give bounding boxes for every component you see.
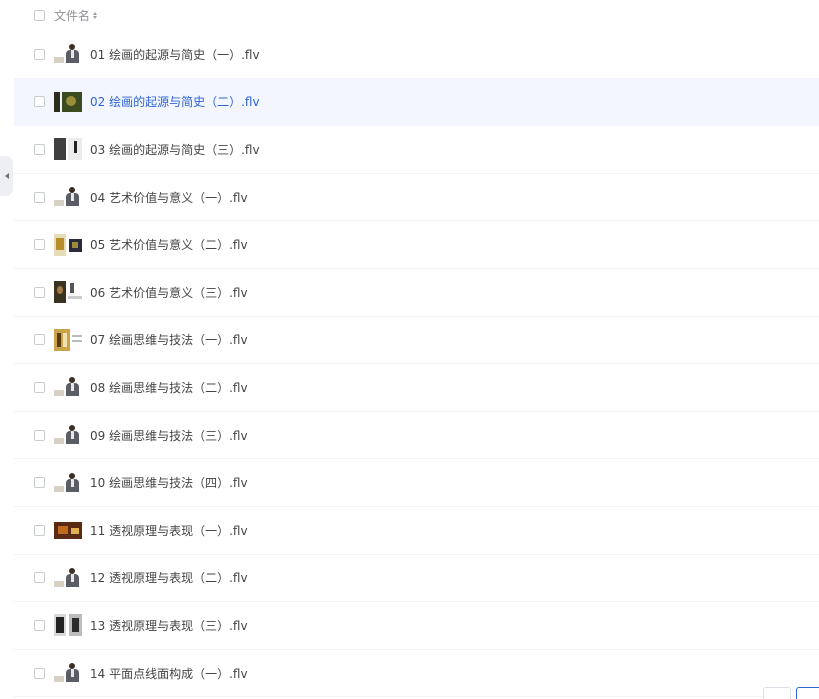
- pagination-page-button[interactable]: [796, 687, 819, 699]
- file-name[interactable]: 02 绘画的起源与简史（二）.flv: [90, 93, 260, 110]
- file-name[interactable]: 09 绘画思维与技法（三）.flv: [90, 427, 248, 444]
- video-thumbnail: [54, 233, 82, 256]
- file-name[interactable]: 08 绘画思维与技法（二）.flv: [90, 379, 248, 396]
- file-name[interactable]: 12 透视原理与表现（二）.flv: [90, 569, 248, 586]
- file-name[interactable]: 10 绘画思维与技法（四）.flv: [90, 474, 248, 491]
- file-list-page: 文件名 01 绘画的起源与简史（一）.flv 02 绘画的起源与简史（二）.flv…: [0, 0, 819, 699]
- file-rows: 01 绘画的起源与简史（一）.flv 02 绘画的起源与简史（二）.flv 03 绘…: [14, 31, 819, 698]
- file-row-checkbox[interactable]: [34, 429, 45, 441]
- file-row[interactable]: 14 平面点线面构成（一）.flv: [14, 650, 819, 698]
- file-name[interactable]: 13 透视原理与表现（三）.flv: [90, 617, 248, 634]
- file-list-header: 文件名: [14, 0, 819, 31]
- pagination-prev-button[interactable]: [763, 687, 791, 699]
- file-name[interactable]: 11 透视原理与表现（一）.flv: [90, 522, 248, 539]
- file-row[interactable]: 04 艺术价值与意义（一）.flv: [14, 174, 819, 222]
- file-name[interactable]: 01 绘画的起源与简史（一）.flv: [90, 46, 260, 63]
- video-thumbnail: [54, 91, 82, 113]
- video-thumbnail: [54, 43, 82, 66]
- file-row-checkbox[interactable]: [34, 48, 45, 60]
- file-row[interactable]: 09 绘画思维与技法（三）.flv: [14, 412, 819, 460]
- video-thumbnail: [54, 281, 82, 304]
- file-row-checkbox[interactable]: [34, 572, 45, 584]
- file-row-checkbox[interactable]: [34, 381, 45, 393]
- file-row-checkbox[interactable]: [34, 524, 45, 536]
- file-row-checkbox[interactable]: [34, 667, 45, 679]
- file-row-checkbox[interactable]: [34, 334, 45, 346]
- file-row[interactable]: 01 绘画的起源与简史（一）.flv: [14, 31, 819, 79]
- file-name[interactable]: 07 绘画思维与技法（一）.flv: [90, 331, 248, 348]
- file-name[interactable]: 06 艺术价值与意义（三）.flv: [90, 284, 248, 301]
- chevron-left-icon: [4, 173, 9, 179]
- video-thumbnail: [54, 471, 82, 494]
- video-thumbnail: [54, 424, 82, 447]
- file-row[interactable]: 10 绘画思维与技法（四）.flv: [14, 459, 819, 507]
- sidebar-collapse-handle[interactable]: [0, 156, 13, 196]
- file-row[interactable]: 08 绘画思维与技法（二）.flv: [14, 364, 819, 412]
- video-thumbnail: [54, 566, 82, 589]
- file-row-checkbox[interactable]: [34, 286, 45, 298]
- file-row[interactable]: 05 艺术价值与意义（二）.flv: [14, 221, 819, 269]
- file-row[interactable]: 13 透视原理与表现（三）.flv: [14, 602, 819, 650]
- sort-icon[interactable]: [93, 12, 98, 19]
- video-thumbnail: [54, 328, 82, 351]
- file-row[interactable]: 02 绘画的起源与简史（二）.flv: [14, 78, 819, 127]
- video-thumbnail: [54, 614, 82, 637]
- video-thumbnail: [54, 662, 82, 685]
- file-row[interactable]: 07 绘画思维与技法（一）.flv: [14, 317, 819, 365]
- file-row-checkbox[interactable]: [34, 96, 45, 108]
- video-thumbnail: [54, 376, 82, 399]
- file-row[interactable]: 06 艺术价值与意义（三）.flv: [14, 269, 819, 317]
- file-name[interactable]: 04 艺术价值与意义（一）.flv: [90, 189, 248, 206]
- select-all-checkbox[interactable]: [34, 10, 45, 21]
- file-row-checkbox[interactable]: [34, 619, 45, 631]
- video-thumbnail: [54, 138, 82, 161]
- file-name[interactable]: 14 平面点线面构成（一）.flv: [90, 665, 248, 682]
- file-row[interactable]: 12 透视原理与表现（二）.flv: [14, 555, 819, 603]
- file-row-checkbox[interactable]: [34, 191, 45, 203]
- file-name[interactable]: 05 艺术价值与意义（二）.flv: [90, 236, 248, 253]
- file-row-checkbox[interactable]: [34, 143, 45, 155]
- file-name[interactable]: 03 绘画的起源与简史（三）.flv: [90, 141, 260, 158]
- video-thumbnail: [54, 186, 82, 209]
- file-row[interactable]: 03 绘画的起源与简史（三）.flv: [14, 126, 819, 174]
- file-row-checkbox[interactable]: [34, 477, 45, 489]
- file-row[interactable]: 11 透视原理与表现（一）.flv: [14, 507, 819, 555]
- file-row-checkbox[interactable]: [34, 239, 45, 251]
- video-thumbnail: [54, 519, 82, 541]
- column-header-filename[interactable]: 文件名: [54, 7, 90, 24]
- file-list: 文件名 01 绘画的起源与简史（一）.flv 02 绘画的起源与简史（二）.flv…: [14, 0, 819, 698]
